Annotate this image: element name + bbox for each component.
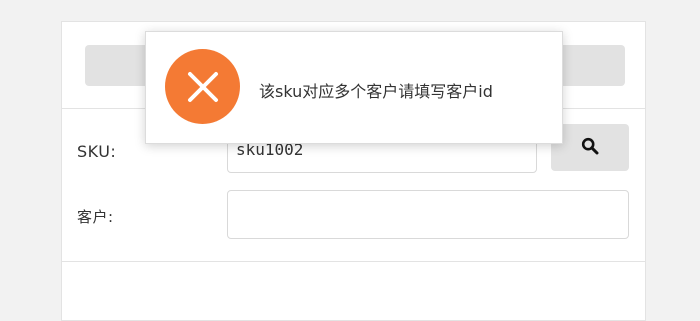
error-toast: 该sku对应多个客户请填写客户id xyxy=(145,31,563,144)
search-icon xyxy=(581,137,599,158)
toast-message: 该sku对应多个客户请填写客户id xyxy=(259,82,493,101)
customer-label: 客户: xyxy=(77,208,114,226)
sku-label: SKU: xyxy=(77,142,117,161)
close-icon xyxy=(165,49,240,124)
customer-input[interactable] xyxy=(227,190,629,239)
divider xyxy=(62,261,645,262)
